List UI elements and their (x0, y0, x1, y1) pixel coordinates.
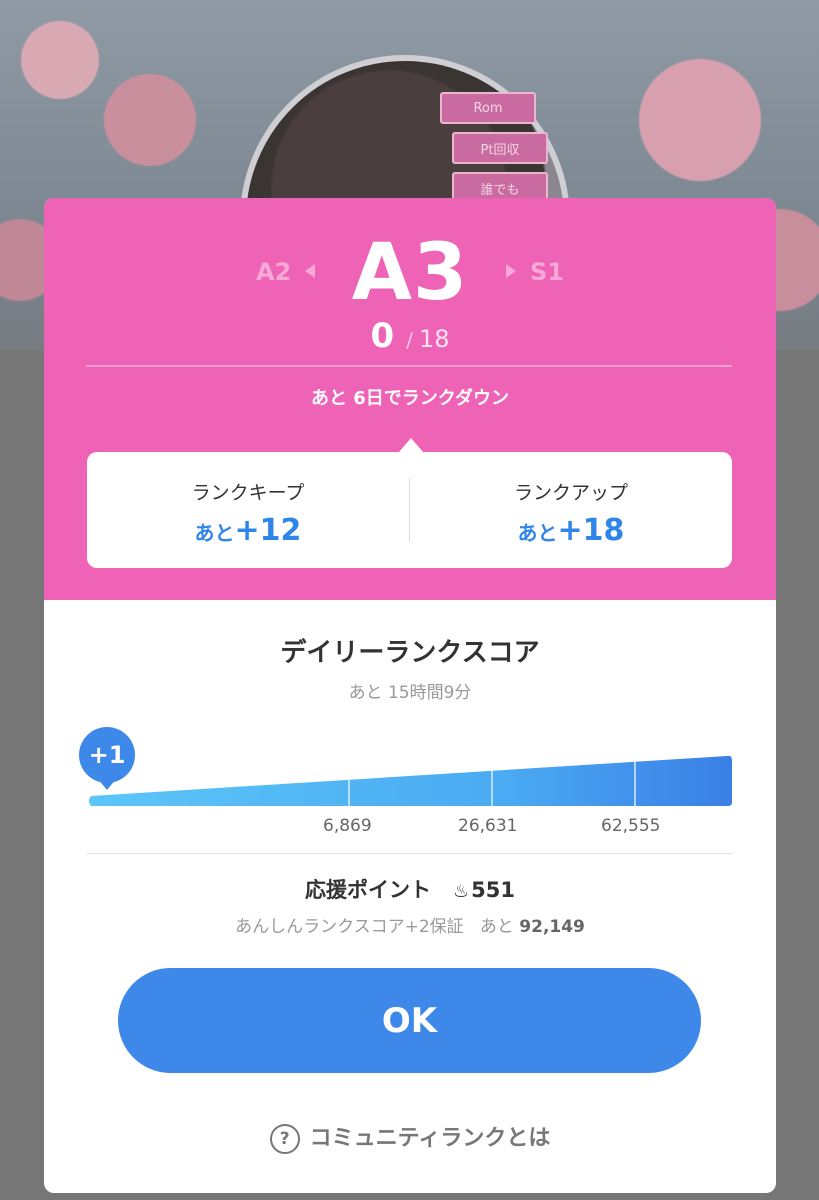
tick-label: 6,869 (323, 816, 372, 836)
daily-score-bar: +1 (79, 727, 732, 806)
rank-keep-value: あと+12 (87, 513, 409, 548)
rank-up-section: ランクアップ あと+18 (410, 452, 732, 568)
rank-keep-prefix: あと (194, 521, 235, 545)
rank-progress-separator: / (406, 328, 413, 352)
rank-modal: A2 A3 S1 0/18 あと 6日でランクダウン ランクキープ あと+12 … (44, 198, 776, 1193)
tick-label: 26,631 (458, 816, 518, 836)
guarantee-prefix: あと (479, 917, 514, 937)
rank-progress: 0 /18 (44, 316, 776, 356)
guarantee-value: 92,149 (519, 917, 585, 937)
card-pointer (399, 438, 423, 452)
rank-progress-max: 18 (418, 325, 450, 353)
support-points-label: 応援ポイント (305, 878, 431, 902)
rank-header: A2 A3 S1 0/18 あと 6日でランクダウン ランクキープ あと+12 … (44, 198, 776, 600)
ok-button[interactable]: OK (118, 968, 701, 1073)
rank-up-label: ランクアップ (513, 482, 628, 504)
daily-remaining-time: あと 15時間9分 (348, 683, 472, 703)
question-icon: ? (269, 1124, 300, 1154)
rank-up-prefix: あと (517, 521, 558, 545)
profile-tag: Rom (440, 92, 536, 124)
guarantee-row: あんしんランクスコア+2保証 あと 92,149 (44, 912, 776, 937)
rank-up-number: +18 (557, 513, 625, 548)
rank-keep-number: +12 (234, 513, 302, 548)
daily-score-title: デイリーランクスコア (280, 638, 540, 668)
rank-target-card: ランクキープ あと+12 ランクアップ あと+18 (87, 452, 732, 568)
help-link-label: コミュニティランクとは (309, 1126, 551, 1151)
support-points-value: 551 (471, 878, 515, 902)
rank-keep-section: ランクキープ あと+12 (87, 452, 409, 568)
rank-up-value: あと+18 (410, 513, 732, 548)
next-rank: S1 (530, 258, 564, 286)
current-score-marker: +1 (79, 727, 135, 790)
rank-progress-current: 0 (370, 316, 395, 356)
guarantee-label: あんしんランクスコア+2保証 (235, 917, 464, 937)
divider (87, 853, 732, 854)
profile-tag: Pt回収 (452, 132, 548, 164)
rank-keep-label: ランクキープ (191, 482, 305, 504)
current-score-badge: +1 (89, 741, 126, 769)
drop-icon: ♨ (453, 881, 470, 902)
support-points-row: 応援ポイント ♨551 (44, 874, 776, 904)
help-link[interactable]: ? コミュニティランクとは (44, 1120, 776, 1154)
current-rank: A3 (351, 228, 469, 318)
tick-label: 62,555 (601, 816, 661, 836)
rankdown-notice: あと 6日でランクダウン (310, 388, 510, 409)
divider (86, 365, 732, 367)
right-arrow-icon (506, 264, 516, 278)
